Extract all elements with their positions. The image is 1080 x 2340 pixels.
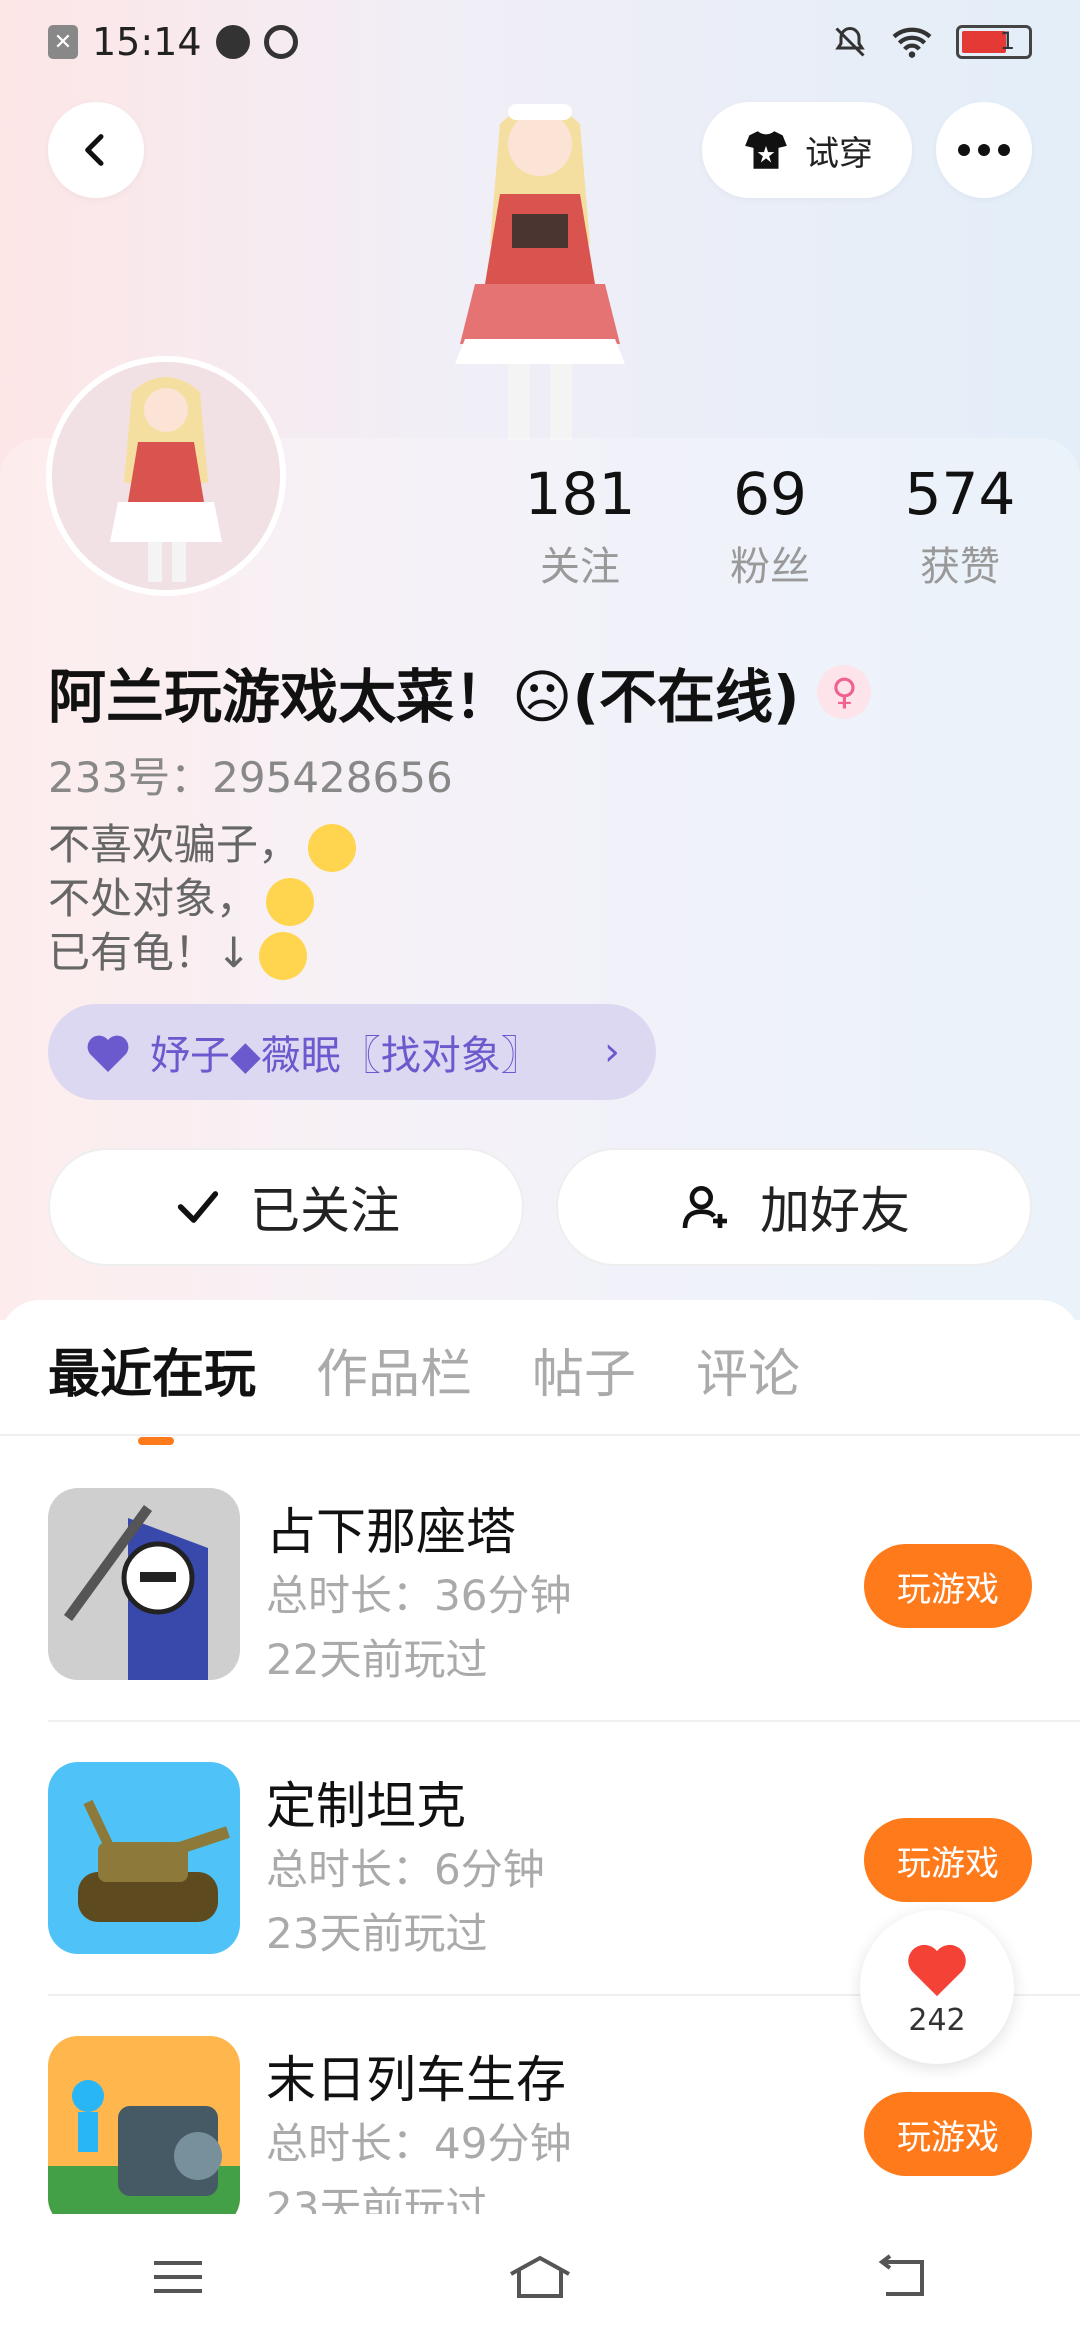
- stat-likes-count: 574: [904, 460, 1016, 528]
- profile-nickname: 阿兰玩游戏太菜！☹(不在线): [48, 663, 800, 731]
- play-game-button[interactable]: 玩游戏: [864, 2092, 1032, 2176]
- tab-works[interactable]: 作品栏: [316, 1332, 472, 1407]
- game-duration: 总时长：36分钟: [266, 1571, 572, 1620]
- row-divider: [48, 1720, 1080, 1722]
- bio-line-1: 不喜欢骗子，: [48, 820, 301, 869]
- tshirt-icon: [745, 131, 787, 169]
- battery-icon: 1: [956, 25, 1032, 59]
- stat-following[interactable]: 181 关注: [500, 460, 660, 592]
- play-game-button[interactable]: 玩游戏: [864, 1544, 1032, 1628]
- status-sync-icon: [263, 25, 298, 59]
- stat-likes-label: 获赞: [920, 544, 1000, 590]
- status-bar: ✕ 15:14 1: [0, 0, 1080, 84]
- play-game-button[interactable]: 玩游戏: [864, 1818, 1032, 1902]
- profile-stats: 181 关注 69 粉丝 574 获赞: [500, 460, 1040, 592]
- character-model: [455, 104, 625, 440]
- tab-recent-games[interactable]: 最近在玩: [48, 1332, 256, 1445]
- like-button[interactable]: 242: [860, 1910, 1014, 2064]
- back-button[interactable]: [48, 102, 144, 198]
- follow-button[interactable]: 已关注: [48, 1148, 524, 1266]
- game-last-played: 23天前玩过: [266, 1909, 488, 1958]
- try-on-label: 试穿: [805, 133, 873, 174]
- follow-label: 已关注: [250, 1182, 400, 1240]
- tab-posts[interactable]: 帖子: [532, 1332, 636, 1407]
- like-count: 242: [908, 2002, 966, 2038]
- game-icon-tank: [48, 1762, 240, 1954]
- stat-fans-count: 69: [733, 460, 807, 528]
- add-user-icon: [682, 1186, 727, 1229]
- add-friend-button[interactable]: 加好友: [556, 1148, 1032, 1266]
- back-nav-icon[interactable]: [872, 2252, 932, 2302]
- game-icon-tower: [48, 1488, 240, 1680]
- game-title: 占下那座塔: [266, 1503, 516, 1561]
- status-app-icon: [215, 25, 250, 59]
- system-nav-bar: [0, 2214, 1080, 2340]
- try-on-button[interactable]: 试穿: [702, 102, 912, 198]
- stat-fans[interactable]: 69 粉丝: [690, 460, 850, 592]
- kiss-emoji-icon: [259, 931, 308, 980]
- home-icon[interactable]: [505, 2252, 575, 2302]
- menu-icon[interactable]: [148, 2255, 208, 2299]
- game-duration: 总时长：6分钟: [266, 1845, 545, 1894]
- mute-bell-icon: [835, 26, 865, 57]
- profile-tabs: 最近在玩 作品栏 帖子 评论: [48, 1332, 800, 1445]
- stat-likes[interactable]: 574 获赞: [880, 460, 1040, 592]
- game-title: 定制坦克: [266, 1777, 466, 1835]
- smile-emoji-icon: [266, 877, 315, 926]
- game-item[interactable]: 占下那座塔 总时长：36分钟 22天前玩过 玩游戏: [48, 1488, 1032, 1688]
- yum-emoji-icon: [308, 823, 357, 872]
- avatar-image: [52, 362, 280, 590]
- game-icon-train: [48, 2036, 240, 2228]
- stat-following-label: 关注: [540, 544, 620, 590]
- app-notification-icon: ✕: [48, 25, 78, 59]
- bio-line-2: 不处对象，: [48, 874, 259, 923]
- avatar[interactable]: [46, 356, 286, 596]
- chevron-right-icon: ›: [604, 1029, 620, 1075]
- stat-fans-label: 粉丝: [730, 544, 810, 590]
- check-icon: [177, 1191, 219, 1223]
- game-last-played: 22天前玩过: [266, 1635, 488, 1684]
- female-gender-icon: ♀: [817, 665, 872, 719]
- relationship-tag[interactable]: 妤子◆薇眠〖找对象〗 ›: [48, 1004, 656, 1100]
- status-time: 15:14: [92, 20, 202, 64]
- wifi-icon: [892, 27, 932, 58]
- heart-icon: [908, 1944, 966, 1996]
- tabs-divider: [0, 1434, 1080, 1436]
- stat-following-count: 181: [524, 460, 636, 528]
- relationship-tag-label: 妤子◆薇眠〖找对象〗: [150, 1033, 541, 1079]
- game-item[interactable]: 末日列车生存 总时长：49分钟 23天前玩过 玩游戏: [48, 2036, 1032, 2236]
- more-dots-icon: [958, 144, 1010, 156]
- profile-nickname-row: 阿兰玩游戏太菜！☹(不在线) ♀: [48, 650, 872, 734]
- profile-uid: 233号：295428656: [48, 753, 453, 802]
- game-duration: 总时长：49分钟: [266, 2119, 572, 2168]
- chevron-left-icon: [85, 134, 104, 166]
- more-button[interactable]: [936, 102, 1032, 198]
- tab-comments[interactable]: 评论: [696, 1332, 800, 1407]
- add-friend-label: 加好友: [760, 1182, 910, 1240]
- profile-bio: 不喜欢骗子， 不处对象， 已有龟！↓: [48, 818, 357, 980]
- battery-level: 1: [999, 27, 1015, 55]
- bio-line-3: 已有龟！↓: [48, 928, 252, 977]
- game-title: 末日列车生存: [266, 2051, 566, 2109]
- heart-icon: [87, 1035, 129, 1072]
